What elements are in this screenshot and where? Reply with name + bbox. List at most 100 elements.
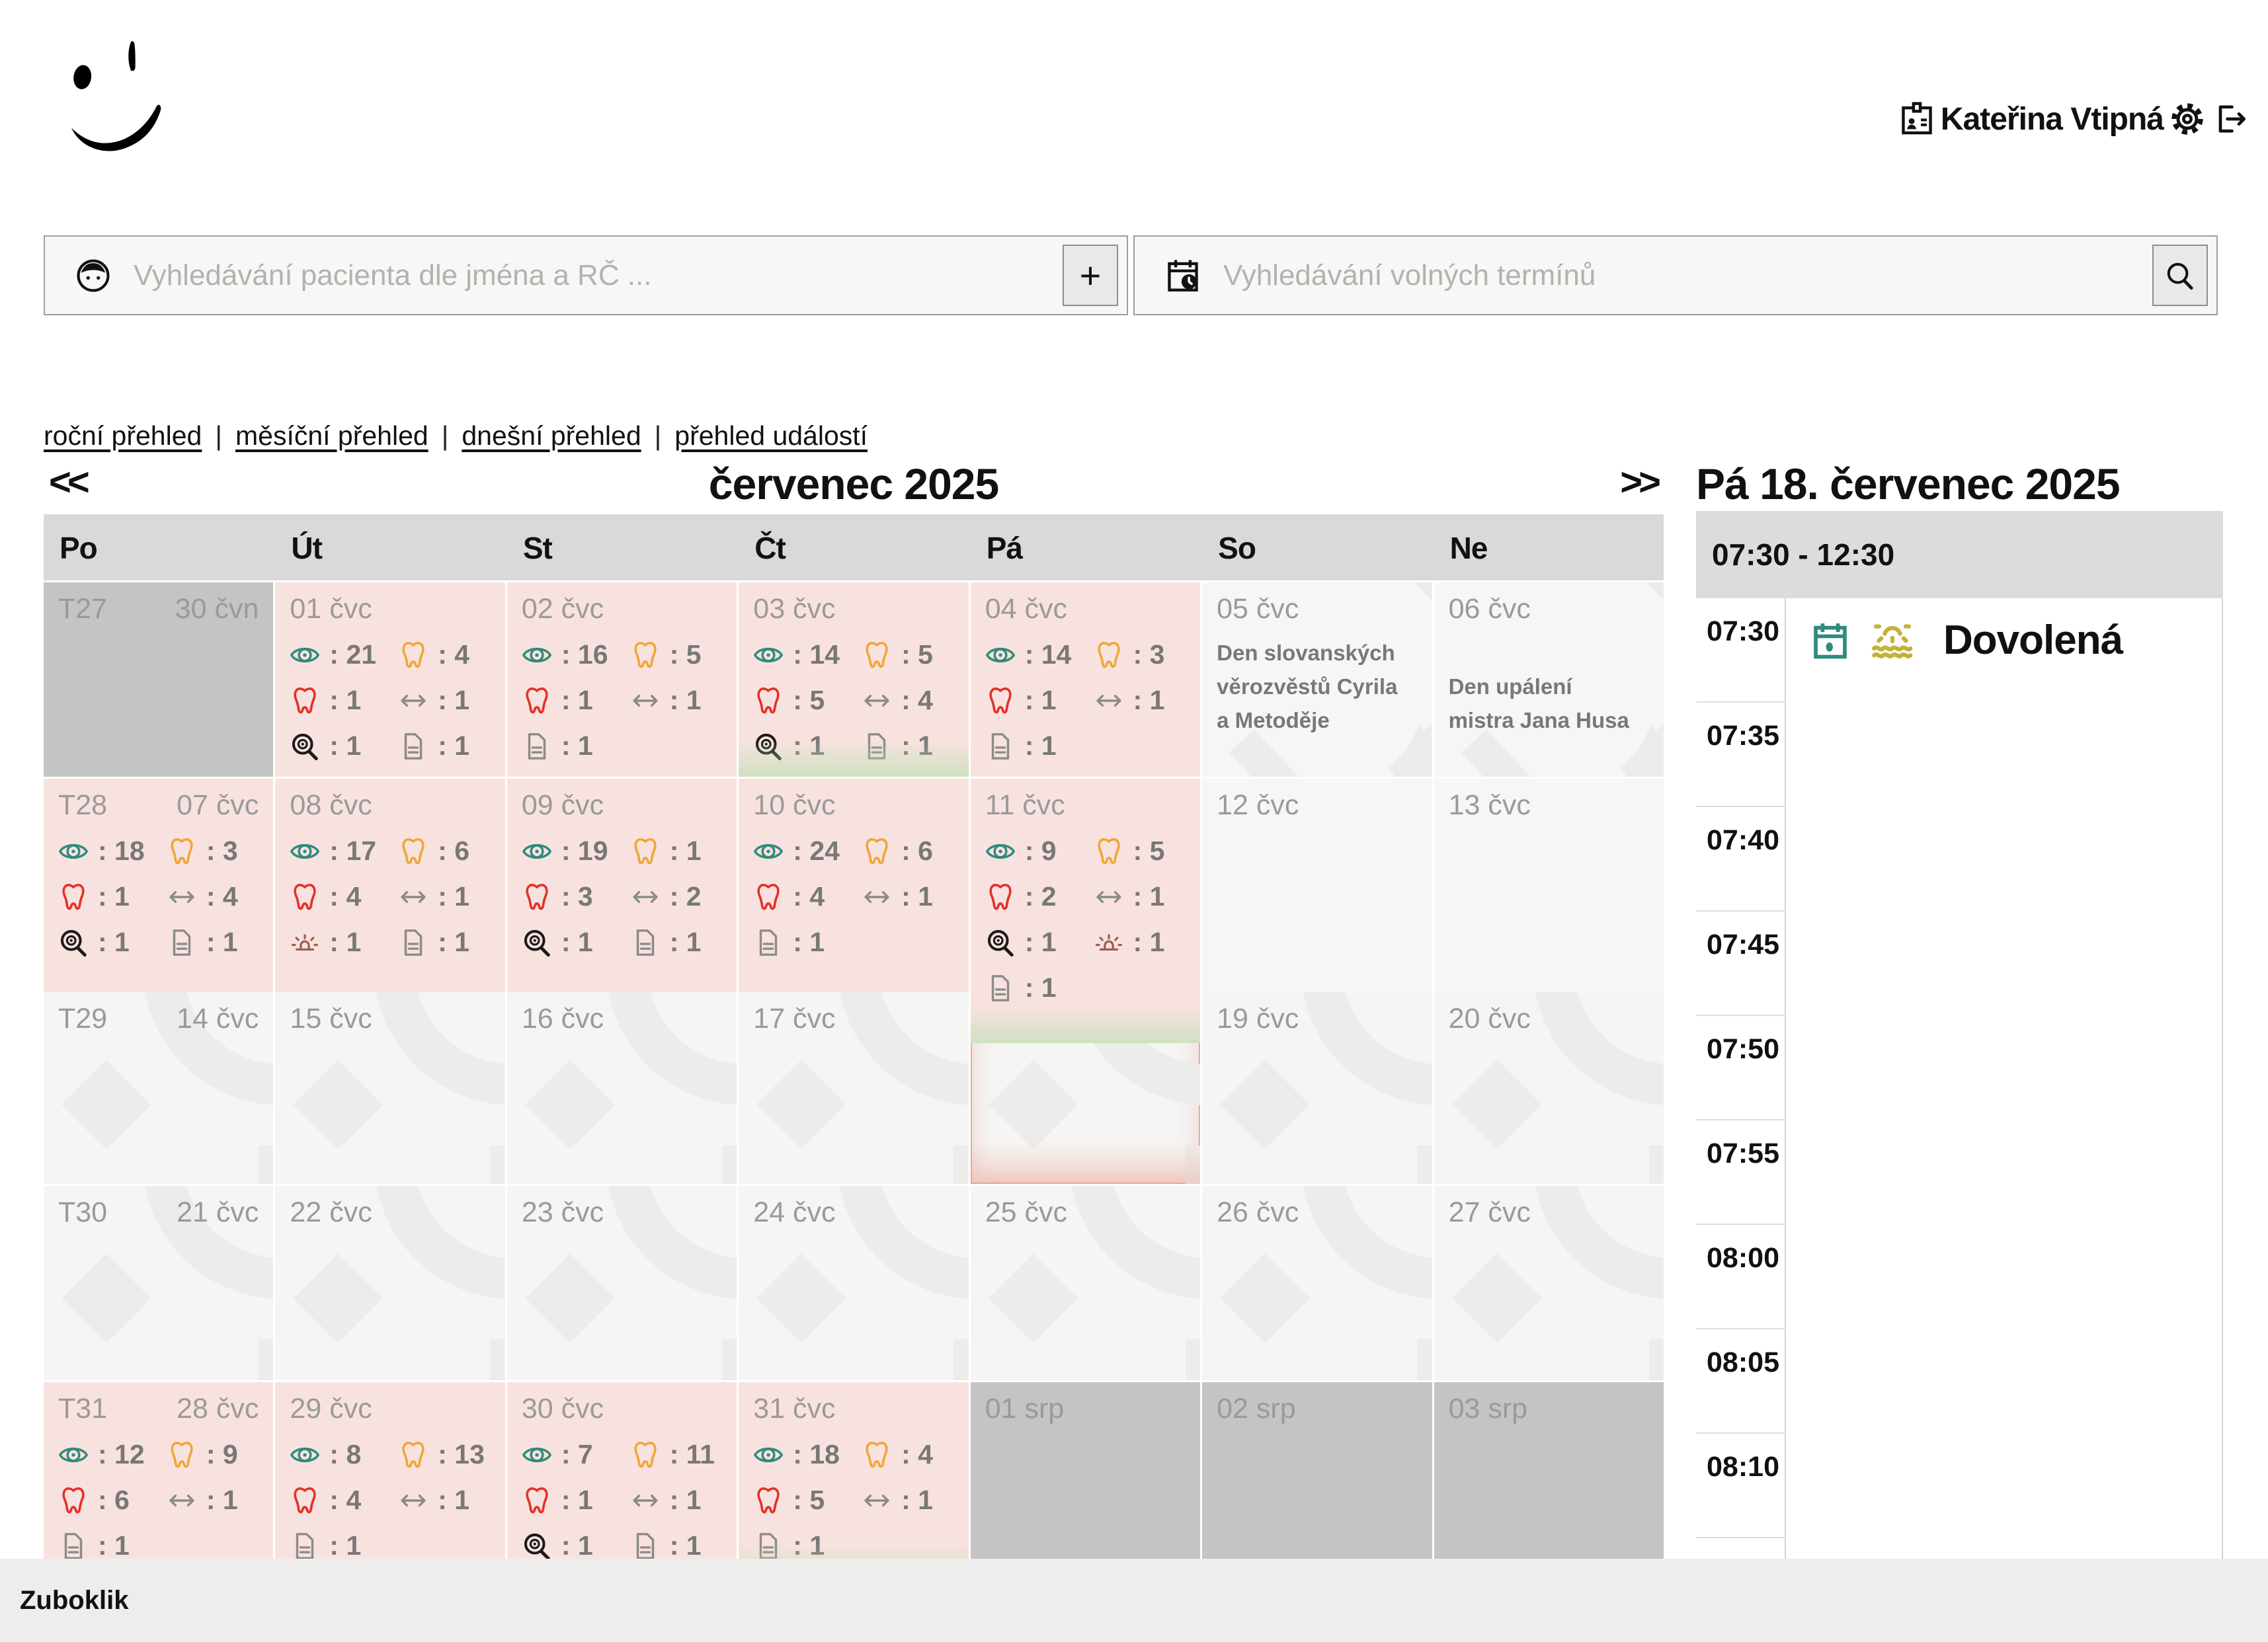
time-slot[interactable]: 08:05 [1696, 1329, 1785, 1434]
month-header: << červenec 2025 >> [44, 459, 1664, 513]
day-date: 08 čvc [290, 789, 372, 822]
time-slot[interactable]: 07:40 [1696, 807, 1785, 912]
exam-magnifier-icon [58, 927, 89, 958]
day-cell[interactable]: 15 čvc [275, 992, 505, 1184]
day-cell[interactable]: 23 čvc [507, 1186, 737, 1380]
stat-count: : 1 [1133, 685, 1165, 716]
day-cell[interactable]: 17 čvc [739, 992, 968, 1184]
day-cell[interactable]: T3021 čvc [44, 1186, 273, 1380]
eye-icon [522, 640, 552, 670]
day-cell[interactable]: 13 čvc [1434, 779, 1664, 1014]
events-column: Dovolená [1786, 598, 2223, 1642]
stat-count: : 1 [561, 1485, 593, 1516]
vacation-event[interactable]: Dovolená [1810, 617, 2222, 664]
day-cell[interactable]: 29 čvc: 8: 13: 4: 1: 1 [275, 1382, 505, 1581]
time-slot[interactable]: 07:35 [1696, 703, 1785, 807]
tooth-red-icon [522, 1485, 552, 1516]
day-cell[interactable]: 04 čvc : 14: 3: 1: 1: 1 [971, 582, 1200, 777]
stat-count: : 1 [561, 685, 593, 716]
day-cell[interactable]: T2914 čvc [44, 992, 273, 1184]
day-stats: : 14: 3: 1: 1: 1 [985, 639, 1186, 762]
transfer-arrow-icon [167, 882, 197, 912]
day-cell[interactable]: 06 čvc Den upálení mistra Jana Husa [1434, 582, 1664, 777]
add-patient-button[interactable]: + [1063, 245, 1118, 306]
stat-tooth-orange: : 4 [398, 639, 491, 670]
day-cell[interactable]: 11 čvc: 9: 5: 2: 1: 1: 1: 1 [971, 779, 1200, 1043]
day-cell[interactable]: T2730 čvn [44, 582, 273, 777]
slot-search-input[interactable] [1222, 258, 2132, 293]
day-cell[interactable]: 09 čvc: 19: 1: 3: 2: 1: 1 [507, 779, 737, 1014]
gear-icon[interactable] [2169, 100, 2206, 137]
day-cell[interactable]: 27 čvc [1434, 1186, 1664, 1380]
time-slot[interactable]: 07:45 [1696, 912, 1785, 1016]
day-cell[interactable]: 01 čvc: 21: 4: 1: 1: 1: 1 [275, 582, 505, 777]
nav-link-3[interactable]: dnešní přehled [462, 420, 641, 451]
exam-magnifier-icon [290, 731, 320, 762]
day-cell[interactable]: 26 čvc [1202, 1186, 1432, 1380]
day-cell[interactable]: 12 čvc [1202, 779, 1432, 1014]
day-date: 04 čvc [985, 593, 1067, 626]
date-line: 03 čvc [753, 593, 953, 626]
logout-icon[interactable] [2211, 100, 2248, 137]
day-cell[interactable]: 19 čvc [1202, 992, 1432, 1184]
time-slot[interactable]: 07:50 [1696, 1016, 1785, 1120]
day-cell[interactable]: 16 čvc [507, 992, 737, 1184]
day-cell[interactable]: 02 srp [1202, 1382, 1432, 1581]
weekday-label: So [1202, 514, 1432, 580]
stat-count: : 18 [98, 836, 145, 867]
day-cell[interactable]: 31 čvc: 18: 4: 5: 1: 1 [739, 1382, 968, 1581]
face-icon [74, 256, 112, 295]
week-label: T31 [58, 1393, 107, 1426]
day-cell[interactable]: 22 čvc [275, 1186, 505, 1380]
day-cell[interactable]: 20 čvc [1434, 992, 1664, 1184]
day-cell[interactable]: T3128 čvc: 12: 9: 6: 1: 1 [44, 1382, 273, 1581]
day-stats: : 16: 5: 1: 1: 1 [522, 639, 722, 762]
eye-icon [753, 836, 784, 867]
stat-tooth-red: : 5 [753, 685, 862, 716]
day-cell[interactable]: 03 srp [1434, 1382, 1664, 1581]
stat-tooth-red: : 1 [522, 685, 630, 716]
eye-icon [58, 836, 89, 867]
day-cell[interactable]: 08 čvc: 17: 6: 4: 1: 1: 1 [275, 779, 505, 1014]
eye-icon [753, 640, 784, 670]
time-slot[interactable]: 07:30 [1696, 598, 1785, 703]
nav-link-4[interactable]: přehled událostí [674, 420, 868, 451]
stat-count: : 6 [438, 836, 469, 867]
patient-search-input[interactable] [132, 258, 1043, 293]
time-slot[interactable]: 08:10 [1696, 1434, 1785, 1538]
nav-link-2[interactable]: měsíční přehled [235, 420, 428, 451]
tooth-orange-icon [862, 1440, 892, 1470]
date-line: 06 čvc [1449, 593, 1649, 626]
stat-count: : 5 [670, 639, 702, 670]
day-cell[interactable]: 02 čvc: 16: 5: 1: 1: 1 [507, 582, 737, 777]
stat-eye: : 19 [522, 836, 630, 867]
time-slot[interactable]: 07:55 [1696, 1120, 1785, 1225]
day-date: 21 čvc [177, 1196, 259, 1230]
day-cell[interactable]: T2807 čvc: 18: 3: 1: 4: 1: 1 [44, 779, 273, 1014]
weekday-label: Po [44, 514, 273, 580]
app-logo-smiley [58, 33, 190, 165]
day-cell[interactable]: 05 čvcDen slovanských věrozvěstů Cyrila … [1202, 582, 1432, 777]
search-slots-button[interactable] [2152, 245, 2208, 306]
day-cell[interactable]: 30 čvc: 7: 11: 1: 1: 1: 1 [507, 1382, 737, 1581]
time-slot[interactable]: 08:00 [1696, 1225, 1785, 1329]
stat-eye: : 18 [753, 1439, 862, 1470]
document-icon [167, 927, 197, 958]
next-month-button[interactable]: >> [1620, 460, 1657, 504]
holiday-note: Den upálení mistra Jana Husa [1449, 670, 1637, 737]
stat-count: : 1 [438, 1485, 469, 1516]
calendar-weeks: T2730 čvn01 čvc: 21: 4: 1: 1: 1: 102 čvc… [44, 582, 1664, 1581]
document-icon [290, 1531, 320, 1561]
stat-count: : 16 [561, 639, 608, 670]
day-date: 22 čvc [290, 1196, 372, 1230]
tooth-orange-icon [862, 640, 892, 670]
day-cell[interactable]: 24 čvc [739, 1186, 968, 1380]
day-cell[interactable]: 01 srp [971, 1382, 1200, 1581]
stat-document: : 1 [630, 1530, 723, 1561]
day-cell[interactable]: 03 čvc: 14: 5: 5: 4: 1: 1 [739, 582, 968, 777]
day-date: 16 čvc [522, 1003, 604, 1036]
tooth-orange-icon [398, 1440, 428, 1470]
nav-link-1[interactable]: roční přehled [44, 420, 202, 451]
day-cell[interactable]: 25 čvc [971, 1186, 1200, 1380]
day-cell[interactable]: 10 čvc: 24: 6: 4: 1: 1 [739, 779, 968, 1014]
